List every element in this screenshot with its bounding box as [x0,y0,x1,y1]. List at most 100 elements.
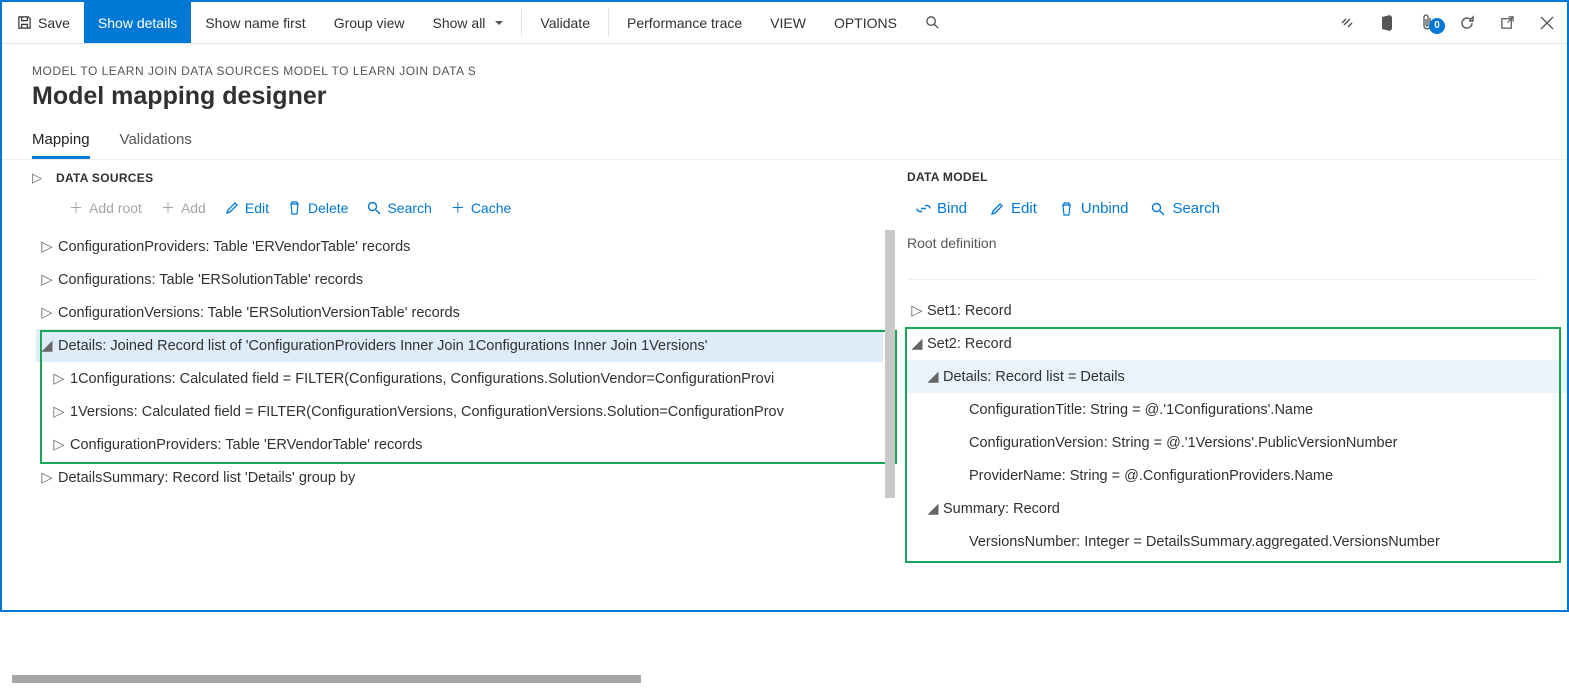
breadcrumb: MODEL TO LEARN JOIN DATA SOURCES MODEL T… [32,64,1537,78]
options-button[interactable]: OPTIONS [820,2,911,43]
performance-trace-label: Performance trace [627,15,742,31]
main-toolbar: Save Show details Show name first Group … [2,2,1567,44]
caret-icon[interactable]: ▷ [48,371,70,387]
page-header: MODEL TO LEARN JOIN DATA SOURCES MODEL T… [2,44,1567,117]
trash-icon [1059,201,1075,217]
data-model-title: DATA MODEL [907,170,1537,184]
caret-down-icon[interactable]: ◢ [907,336,927,352]
separator [608,9,609,36]
show-details-label: Show details [98,15,177,31]
refresh-icon[interactable] [1447,15,1487,31]
options-label: OPTIONS [834,15,897,31]
caret-icon[interactable]: ▷ [48,404,70,420]
search-icon [1150,201,1166,217]
edit-button[interactable]: Edit [224,200,269,216]
validate-label: Validate [540,15,590,31]
data-sources-header: ▷ DATA SOURCES [32,170,893,186]
dm-row-details[interactable]: ◢Details: Record list = Details [907,360,1567,393]
bind-button[interactable]: Bind [915,200,967,217]
group-view-label: Group view [334,15,405,31]
dm-row-summary[interactable]: ◢Summary: Record [907,492,1537,525]
dm-row[interactable]: ProviderName: String = @.ConfigurationPr… [907,459,1537,492]
popout-icon[interactable] [1487,15,1527,30]
view-label: VIEW [770,15,806,31]
add-root-button[interactable]: ＋Add root [68,200,142,216]
tree-row[interactable]: ▷1Configurations: Calculated field = FIL… [36,362,883,395]
data-model-toolbar: Bind Edit Unbind Search [907,200,1537,217]
page-title: Model mapping designer [32,82,1537,111]
tab-strip: Mapping Validations [2,117,1567,160]
tree-row[interactable]: ▷ConfigurationVersions: Table 'ERSolutio… [36,296,883,329]
search-icon [925,15,941,31]
tree-row-details[interactable]: ◢Details: Joined Record list of 'Configu… [36,329,883,362]
dm-row[interactable]: ConfigurationTitle: String = @.'1Configu… [907,393,1537,426]
edit-button[interactable]: Edit [989,200,1037,217]
tree-row[interactable]: ▷DetailsSummary: Record list 'Details' g… [36,461,883,494]
show-name-first-button[interactable]: Show name first [191,2,319,43]
close-icon[interactable] [1527,16,1567,30]
main-area: ▷ DATA SOURCES ＋Add root ＋Add Edit Delet… [2,160,1567,618]
tree-row[interactable]: ▷1Versions: Calculated field = FILTER(Co… [36,395,883,428]
delete-button[interactable]: Delete [287,200,348,216]
caret-icon[interactable]: ▷ [907,303,927,319]
search-button[interactable] [911,2,955,43]
add-button[interactable]: ＋Add [160,200,206,216]
search-button[interactable]: Search [1150,200,1220,217]
trash-icon [287,200,303,216]
dm-row-set1[interactable]: ▷Set1: Record [907,294,1537,327]
vertical-scrollbar[interactable] [885,230,895,498]
dm-row-set2[interactable]: ◢Set2: Record [907,327,1537,360]
show-name-first-label: Show name first [205,15,305,31]
plus-icon: ＋ [160,200,176,216]
show-details-button[interactable]: Show details [84,2,191,43]
caret-icon[interactable]: ▷ [36,272,58,288]
link-icon[interactable] [1327,15,1367,31]
data-sources-tree: ▷ConfigurationProviders: Table 'ERVendor… [36,230,893,494]
link-icon [915,201,931,217]
dm-row[interactable]: ConfigurationVersion: String = @.'1Versi… [907,426,1537,459]
tree-row[interactable]: ▷Configurations: Table 'ERSolutionTable'… [36,263,883,296]
search-button[interactable]: Search [366,200,431,216]
caret-down-icon[interactable]: ◢ [36,338,58,354]
data-sources-title: DATA SOURCES [56,171,153,185]
plus-icon: ＋ [450,200,466,216]
save-icon [16,15,32,31]
horizontal-scrollbar[interactable] [12,672,911,688]
tree-row[interactable]: ▷ConfigurationProviders: Table 'ERVendor… [36,230,883,263]
unbind-button[interactable]: Unbind [1059,200,1129,217]
pencil-icon [989,201,1005,217]
tab-mapping[interactable]: Mapping [32,131,90,159]
root-definition-label: Root definition [907,231,1537,261]
scrollbar-thumb[interactable] [12,675,641,683]
save-label: Save [38,15,70,31]
caret-icon[interactable]: ▷ [36,470,58,486]
tree-row[interactable]: ▷ConfigurationProviders: Table 'ERVendor… [36,428,883,461]
attach-icon[interactable]: 0 [1407,14,1447,32]
caret-icon[interactable]: ▷ [36,305,58,321]
validate-button[interactable]: Validate [526,2,604,43]
view-button[interactable]: VIEW [756,2,820,43]
data-model-panel: DATA MODEL Bind Edit Unbind Search Root … [907,160,1567,618]
caret-icon[interactable]: ▷ [36,239,58,255]
group-view-button[interactable]: Group view [320,2,419,43]
office-icon[interactable] [1367,15,1407,31]
save-button[interactable]: Save [2,2,84,43]
data-sources-toolbar: ＋Add root ＋Add Edit Delete Search ＋Cache [32,194,893,230]
show-all-label: Show all [433,15,486,31]
data-model-tree: ▷Set1: Record ◢Set2: Record ◢Details: Re… [907,290,1537,558]
caret-down-icon[interactable]: ◢ [923,501,943,517]
search-icon [366,200,382,216]
dm-row[interactable]: VersionsNumber: Integer = DetailsSummary… [907,525,1537,558]
cache-button[interactable]: ＋Cache [450,200,511,216]
toolbar-right: 0 [1327,2,1567,43]
tab-validations[interactable]: Validations [120,131,192,159]
pencil-icon [224,200,240,216]
collapse-icon[interactable]: ▷ [32,170,42,186]
attach-badge: 0 [1429,18,1445,34]
performance-trace-button[interactable]: Performance trace [613,2,756,43]
show-all-dropdown[interactable]: Show all [419,2,518,43]
divider [907,279,1537,280]
plus-icon: ＋ [68,200,84,216]
caret-down-icon[interactable]: ◢ [923,369,943,385]
caret-icon[interactable]: ▷ [48,437,70,453]
